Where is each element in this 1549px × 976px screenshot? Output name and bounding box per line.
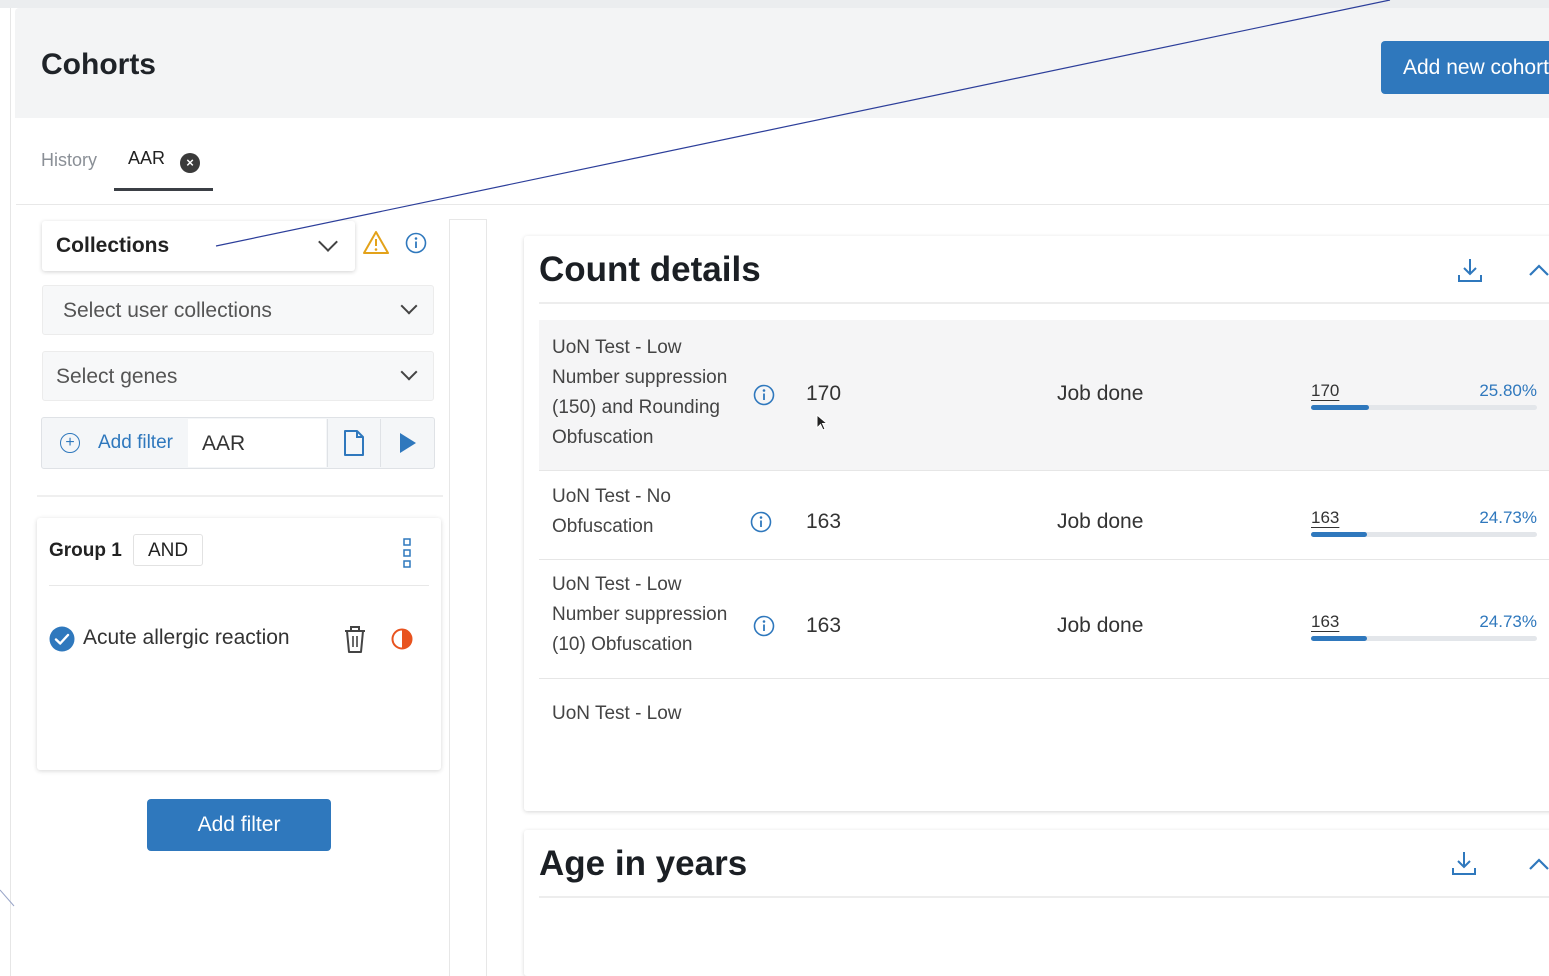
bar-percent: 24.73% — [1479, 612, 1537, 631]
page-header: Cohorts Add new cohort — [15, 8, 1549, 118]
criterion-label: Acute allergic reaction — [83, 626, 290, 649]
info-icon[interactable] — [753, 615, 775, 637]
collections-dropdown[interactable]: Collections — [42, 221, 355, 271]
chevron-up-icon[interactable] — [1527, 262, 1549, 278]
row-name: UoN Test - No Obfuscation — [552, 486, 671, 537]
check-circle-icon[interactable] — [49, 626, 75, 652]
row-count: 163 — [806, 510, 842, 533]
genes-placeholder: Select genes — [56, 365, 178, 388]
count-row[interactable]: UoN Test - Low Number suppression (150) … — [539, 320, 1549, 471]
bar-percent: 24.73% — [1479, 508, 1537, 527]
add-filter-link[interactable]: Add filter — [98, 432, 173, 454]
bar-percent: 25.80% — [1479, 381, 1537, 400]
progress-bar — [1311, 532, 1537, 537]
bar-label: 163 — [1311, 508, 1340, 527]
progress-bar — [1311, 636, 1537, 641]
progress-bar — [1311, 405, 1537, 410]
count-row[interactable]: UoN Test - No Obfuscation 163 Job done 1… — [539, 471, 1549, 560]
user-collections-select[interactable]: Select user collections — [42, 285, 434, 335]
row-count: 170 — [806, 382, 842, 405]
more-options-icon[interactable] — [402, 538, 412, 568]
exclude-toggle-icon[interactable] — [391, 628, 413, 650]
row-status: Job done — [1057, 382, 1144, 405]
download-icon[interactable] — [1456, 256, 1484, 284]
page-title: Cohorts — [41, 48, 156, 81]
trash-icon[interactable] — [341, 624, 369, 654]
row-status: Job done — [1057, 614, 1144, 637]
add-circle-icon[interactable]: + — [60, 433, 80, 453]
row-name: UoN Test - Low — [552, 703, 682, 724]
progress-bar-fill — [1311, 405, 1370, 410]
row-count: 163 — [806, 614, 842, 637]
add-new-cohort-button[interactable]: Add new cohort — [1381, 41, 1549, 94]
age-card: Age in years — [524, 830, 1549, 976]
filter-toolbar: + Add filter AAR — [41, 417, 435, 469]
tab-aar[interactable]: AAR — [128, 148, 165, 169]
close-tab-icon[interactable]: × — [180, 153, 200, 173]
warning-icon[interactable] — [363, 230, 389, 256]
chevron-down-icon — [318, 232, 338, 252]
group-card: Group 1 AND Acute allergic reaction — [37, 518, 441, 770]
progress-bar-fill — [1311, 636, 1367, 641]
chevron-up-icon[interactable] — [1527, 856, 1549, 872]
chevron-down-icon — [400, 363, 418, 381]
count-details-card: Count details UoN Test - Low Number supp… — [524, 236, 1549, 811]
active-tab-indicator — [114, 188, 213, 191]
card-divider — [539, 896, 1549, 898]
info-icon[interactable] — [750, 511, 772, 533]
info-icon[interactable] — [405, 232, 427, 254]
user-collections-placeholder: Select user collections — [63, 299, 272, 322]
copy-icon — [344, 430, 364, 456]
mouse-cursor-icon — [816, 414, 828, 431]
left-panel-divider — [37, 495, 443, 497]
age-card-title: Age in years — [539, 844, 748, 883]
group-label: Group 1 — [49, 540, 122, 561]
tab-history[interactable]: History — [41, 150, 97, 171]
row-name: UoN Test - Low Number suppression (10) O… — [552, 574, 728, 655]
panel-splitter[interactable] — [449, 219, 487, 976]
copy-button[interactable] — [327, 419, 380, 467]
row-status: Job done — [1057, 510, 1144, 533]
group-divider — [49, 585, 429, 586]
add-filter-button[interactable]: Add filter — [147, 799, 331, 851]
info-icon[interactable] — [753, 384, 775, 406]
play-icon — [400, 433, 416, 453]
row-name: UoN Test - Low Number suppression (150) … — [552, 337, 728, 448]
cohort-name-input[interactable]: AAR — [188, 419, 326, 467]
cohort-name-value: AAR — [202, 432, 246, 455]
bar-label: 163 — [1311, 612, 1340, 631]
cohorts-page: Cohorts Add new cohort History AAR × Col… — [10, 8, 1549, 976]
collections-label: Collections — [56, 234, 170, 257]
window-top-frame — [0, 0, 1549, 8]
bar-label: 170 — [1311, 381, 1340, 400]
tabs-divider — [16, 204, 1549, 205]
genes-select[interactable]: Select genes — [42, 351, 434, 401]
card-divider — [539, 302, 1549, 304]
chevron-down-icon — [400, 297, 418, 315]
count-details-title: Count details — [539, 250, 761, 289]
progress-bar-fill — [1311, 532, 1367, 537]
group-operator-toggle[interactable]: AND — [133, 534, 203, 566]
download-icon[interactable] — [1450, 849, 1478, 877]
count-row[interactable]: UoN Test - Low — [539, 679, 1549, 739]
run-query-button[interactable] — [380, 419, 435, 467]
count-row[interactable]: UoN Test - Low Number suppression (10) O… — [539, 560, 1549, 679]
